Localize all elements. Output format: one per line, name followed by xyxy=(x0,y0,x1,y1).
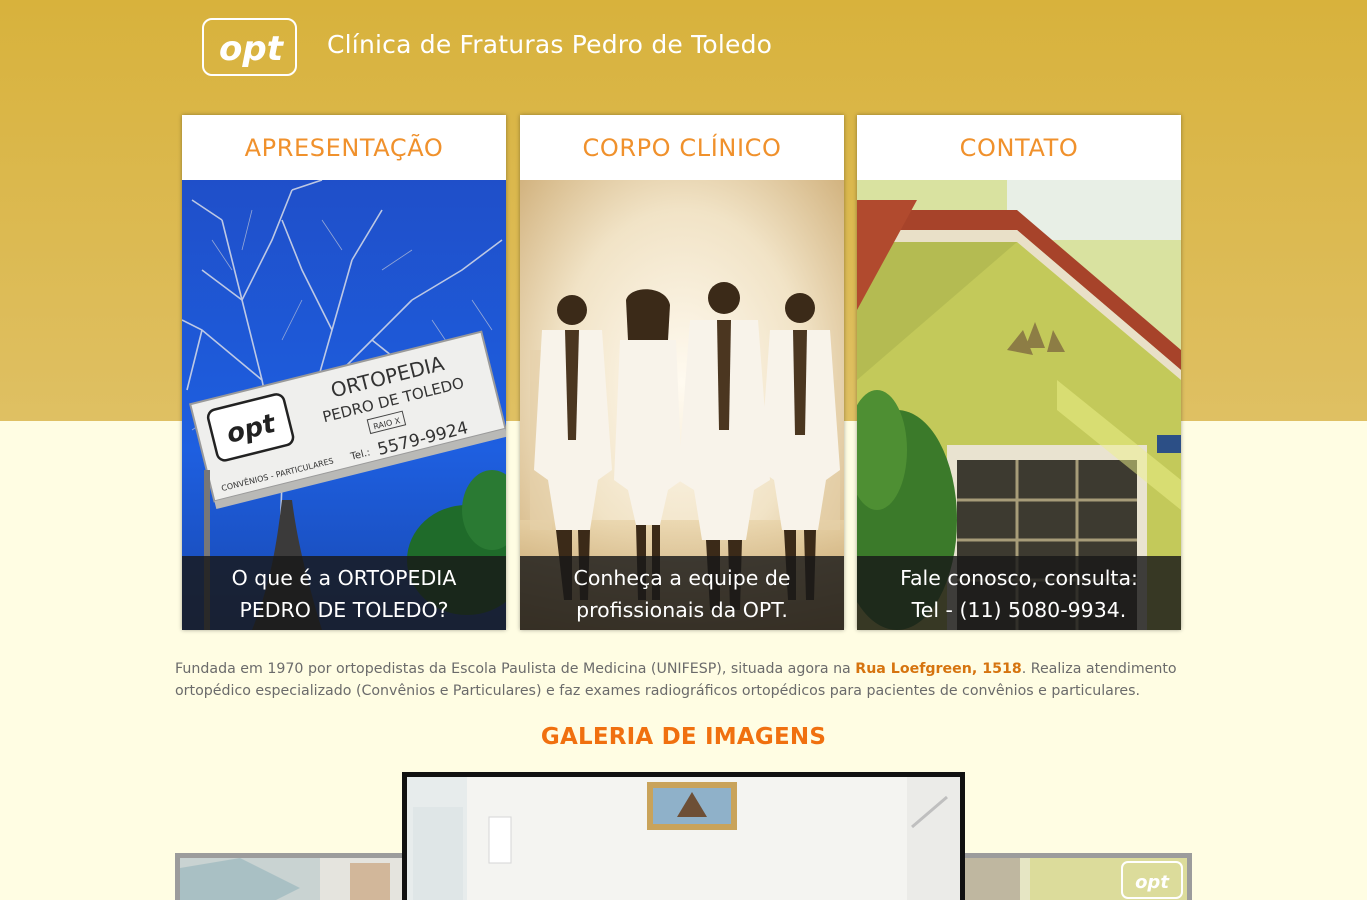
caption-line: Conheça a equipe de xyxy=(573,566,791,590)
gallery-title: GALERIA DE IMAGENS xyxy=(540,724,827,750)
caption-line: PEDRO DE TOLEDO? xyxy=(239,598,449,622)
caption-line: Fale conosco, consulta: xyxy=(900,566,1138,590)
gallery-main-image[interactable] xyxy=(402,772,965,900)
about-description: Fundada em 1970 por ortopedistas da Esco… xyxy=(175,658,1195,702)
card-title[interactable]: APRESENTAÇÃO xyxy=(182,115,506,180)
caption-line: O que é a ORTOPEDIA xyxy=(231,566,457,590)
opt-logo-icon: opt xyxy=(219,29,285,69)
card-caption[interactable]: O que é a ORTOPEDIA PEDRO DE TOLEDO? xyxy=(182,556,506,630)
card-apresentacao[interactable]: APRESENTAÇÃO opt ORTOPEDIA PEDRO DE TOLE… xyxy=(182,115,506,630)
card-caption[interactable]: Fale conosco, consulta: Tel - (11) 5080-… xyxy=(857,556,1181,630)
address-link[interactable]: Rua Loefgreen, 1518 xyxy=(855,661,1021,677)
site-title[interactable]: Clínica de Fraturas Pedro de Toledo xyxy=(327,30,772,59)
site-logo[interactable]: opt xyxy=(202,18,297,76)
card-corpo-clinico[interactable]: CORPO CLÍNICO Conheça a equipe de profis… xyxy=(520,115,844,630)
card-caption[interactable]: Conheça a equipe de profissionais da OPT… xyxy=(520,556,844,630)
card-contato[interactable]: CONTATO Fale conosco, consulta: Tel - (1… xyxy=(857,115,1181,630)
caption-line: profissionais da OPT. xyxy=(576,598,788,622)
svg-text:opt: opt xyxy=(219,29,285,69)
card-title[interactable]: CONTATO xyxy=(857,115,1181,180)
caption-line: Tel - (11) 5080-9934. xyxy=(911,598,1127,622)
description-text: Fundada em 1970 por ortopedistas da Esco… xyxy=(175,661,856,677)
svg-text:opt: opt xyxy=(1135,872,1170,893)
gallery-thumb-right[interactable]: opt xyxy=(955,853,1192,900)
card-title[interactable]: CORPO CLÍNICO xyxy=(520,115,844,180)
gallery-thumb-left[interactable] xyxy=(175,853,415,900)
